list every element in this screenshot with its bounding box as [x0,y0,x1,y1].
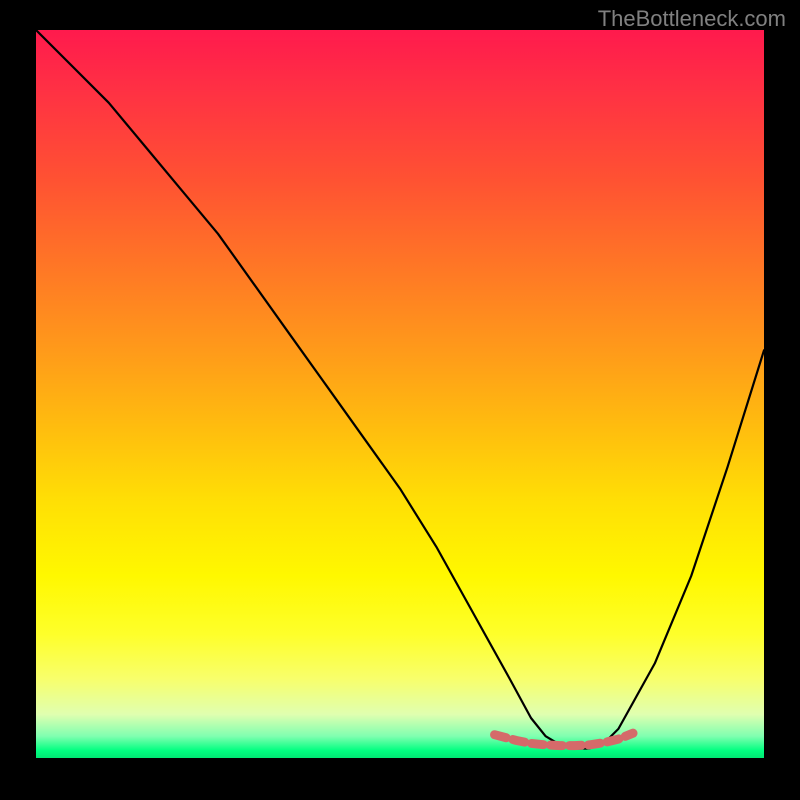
chart-svg [36,30,764,758]
watermark-text: TheBottleneck.com [598,6,786,32]
bottleneck-curve-line [36,30,764,749]
chart-plot-area [36,30,764,758]
